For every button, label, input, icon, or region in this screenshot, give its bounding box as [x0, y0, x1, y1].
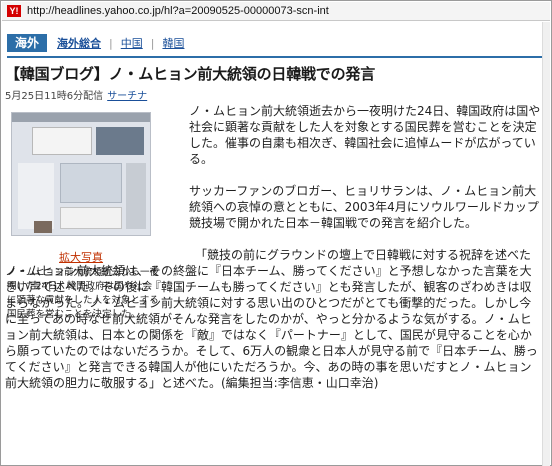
nav-link-china[interactable]: 中国: [121, 35, 143, 51]
article-paragraph: 「競技の前にグラウンドの壇上で日韓戦に対する祝辞を述べたノ・ムヒョン前大統領は、…: [5, 248, 538, 390]
yahoo-favicon-icon: Y!: [7, 5, 21, 17]
section-divider: [7, 56, 543, 58]
article-paragraph: サッカーファンのブロガー、ヒョリサランは、ノ・ムヒョン前大統領への哀悼の意ととも…: [189, 184, 539, 230]
source-link[interactable]: サーチナ: [107, 91, 147, 102]
article-body: ノ・ムヒョン前大統領逝去から一夜明けた24日、韓国政府は国や社会に顕著な貢献をし…: [5, 103, 543, 407]
address-bar[interactable]: Y! http://headlines.yahoo.co.jp/hl?a=200…: [2, 2, 550, 21]
section-nav: 海外 海外総合 | 中国 | 韓国: [7, 34, 184, 52]
nav-link-overseas-general[interactable]: 海外総合: [57, 35, 101, 51]
nav-separator: |: [150, 36, 155, 50]
section-badge[interactable]: 海外: [7, 34, 48, 52]
publish-date: 5月25日11時6分配信: [5, 91, 104, 102]
nav-link-korea[interactable]: 韓国: [162, 35, 184, 51]
article-dateline: 5月25日11時6分配信 サーチナ: [5, 87, 147, 102]
browser-window: Y! http://headlines.yahoo.co.jp/hl?a=200…: [0, 0, 552, 466]
nav-separator: |: [109, 36, 113, 50]
article-headline: 【韓国ブログ】ノ・ムヒョン前大統領の日韓戦での発言: [5, 65, 376, 83]
article-paragraph: ノ・ムヒョン前大統領逝去から一夜明けた24日、韓国政府は国や社会に顕著な貢献をし…: [189, 104, 541, 166]
vertical-scrollbar[interactable]: [542, 22, 550, 466]
url-text[interactable]: http://headlines.yahoo.co.jp/hl?a=200905…: [27, 5, 329, 17]
